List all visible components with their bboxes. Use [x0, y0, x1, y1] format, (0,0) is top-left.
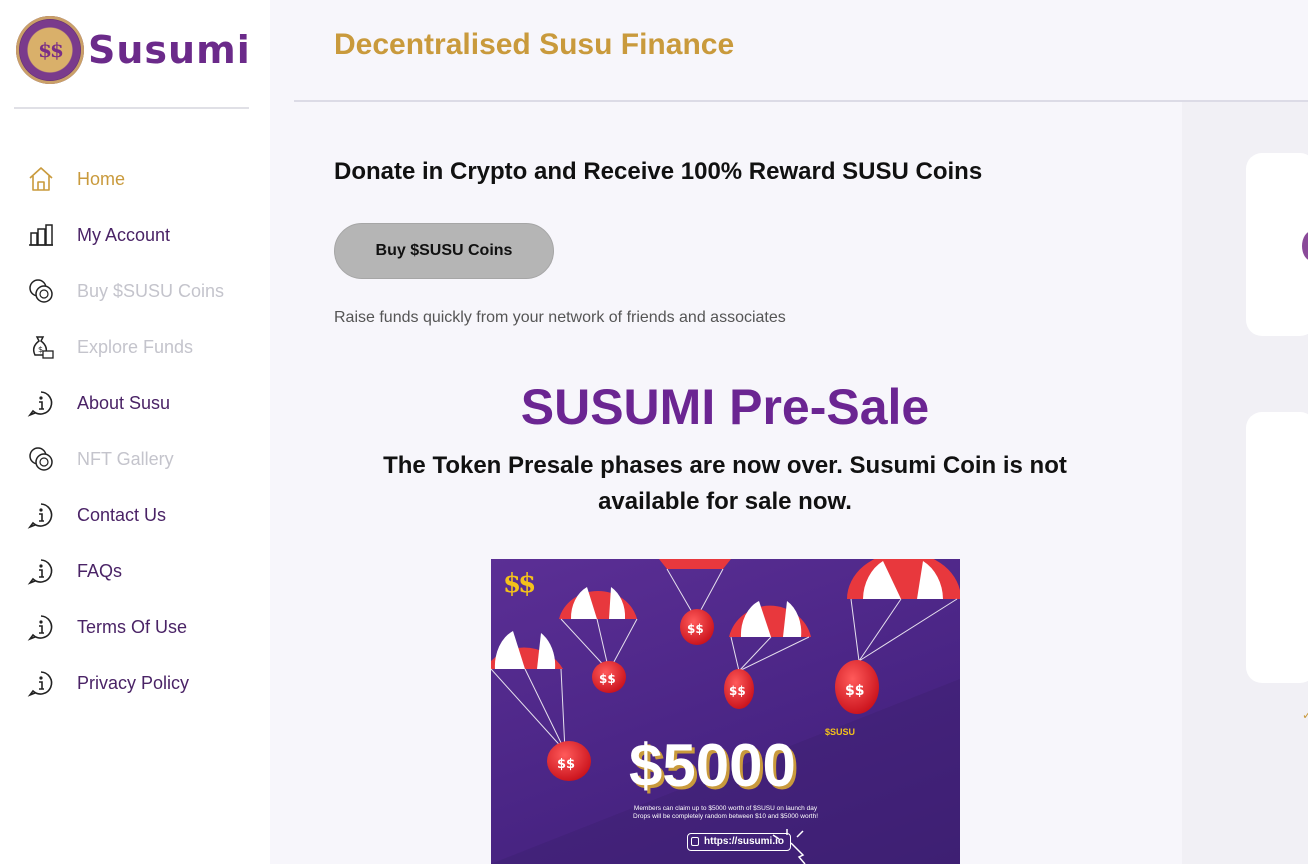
sidebar-item-label: Privacy Policy: [77, 672, 190, 693]
avatar: [1302, 231, 1308, 261]
info-icon: [27, 669, 55, 697]
sidebar-nav: Home My Account Buy $SUSU Coins $ Explor…: [0, 151, 270, 711]
brand-name: Susumi: [88, 28, 251, 72]
presale-title: SUSUMI Pre-Sale: [520, 379, 930, 435]
sidebar-item-privacy-policy[interactable]: Privacy Policy: [0, 655, 270, 711]
sidebar-item-terms-of-use[interactable]: Terms Of Use: [0, 599, 270, 655]
sidebar-item-label: NFT Gallery: [77, 448, 174, 469]
svg-text:$$: $$: [599, 672, 616, 686]
sidebar-item-home[interactable]: Home: [0, 151, 270, 207]
brand-logo[interactable]: $$ Susumi: [16, 16, 251, 84]
info-icon: [27, 389, 55, 417]
promo-line-2: Drops will be completely random between …: [633, 813, 818, 820]
sidebar-item-label: FAQs: [77, 560, 123, 581]
promo-url-text: https://susumi.io: [704, 836, 784, 847]
lock-icon: [691, 837, 699, 846]
info-icon: [27, 557, 55, 585]
sidebar-item-buy-coins[interactable]: Buy $SUSU Coins: [0, 263, 270, 319]
sidebar-item-faqs[interactable]: FAQs: [0, 543, 270, 599]
buy-susu-coins-button[interactable]: Buy $SUSU Coins: [334, 223, 554, 279]
promo-banner-image: $$ $$ $$ $$ $$ $$ $SUSU $5000 Members ca…: [491, 559, 960, 864]
coins-icon: [27, 445, 55, 473]
promo-amount: $5000: [629, 732, 796, 799]
sidebar-item-my-account[interactable]: My Account: [0, 207, 270, 263]
sidebar-item-about-susu[interactable]: About Susu: [0, 375, 270, 431]
info-icon: [27, 613, 55, 641]
sidebar-item-label: Terms Of Use: [77, 616, 188, 637]
coin-logo-icon: $$: [16, 16, 84, 84]
coins-icon: [27, 277, 55, 305]
promo-currency: $SUSU: [825, 727, 856, 737]
sidebar-item-contact-us[interactable]: Contact Us: [0, 487, 270, 543]
donate-heading: Donate in Crypto and Receive 100% Reward…: [334, 158, 983, 185]
svg-text:$$: $$: [557, 757, 575, 772]
sidebar-item-label: About Susu: [77, 392, 171, 413]
sidebar-divider: [14, 107, 249, 109]
svg-text:$$: $$: [729, 684, 746, 698]
right-card-top: [1246, 153, 1308, 336]
sidebar-item-explore-funds[interactable]: $ Explore Funds: [0, 319, 270, 375]
presale-message: The Token Presale phases are now over. S…: [383, 452, 1067, 515]
promo-line-1: Members can claim up to $5000 worth of $…: [633, 805, 818, 812]
promo-logo: $$: [503, 569, 536, 599]
sidebar-item-label: Contact Us: [77, 504, 167, 525]
coin-logo-text: $$: [38, 38, 64, 62]
sidebar-item-label: Home: [77, 168, 126, 189]
info-icon: [27, 501, 55, 529]
svg-text:$: $: [38, 345, 43, 354]
sidebar: $$ Susumi Home My Account Buy $SUSU Coin…: [0, 0, 270, 864]
promo-url: https://susumi.io: [687, 833, 791, 851]
sidebar-item-label: Explore Funds: [77, 336, 194, 357]
home-icon: [27, 165, 55, 193]
funds-icon: $: [27, 333, 55, 361]
sidebar-item-label: My Account: [77, 224, 171, 245]
svg-text:$$: $$: [687, 622, 704, 636]
raise-funds-text: Raise funds quickly from your network of…: [334, 309, 786, 326]
page-header-title: Decentralised Susu Finance: [334, 28, 735, 61]
svg-text:$$: $$: [845, 683, 864, 699]
right-card-bottom: [1246, 412, 1308, 683]
chevron-icon: ✓: [1302, 708, 1308, 722]
sidebar-item-label: Buy $SUSU Coins: [77, 280, 225, 301]
app-root: $$ Susumi Home My Account Buy $SUSU Coin…: [0, 0, 1308, 864]
account-icon: [27, 221, 55, 249]
sidebar-item-nft-gallery[interactable]: NFT Gallery: [0, 431, 270, 487]
